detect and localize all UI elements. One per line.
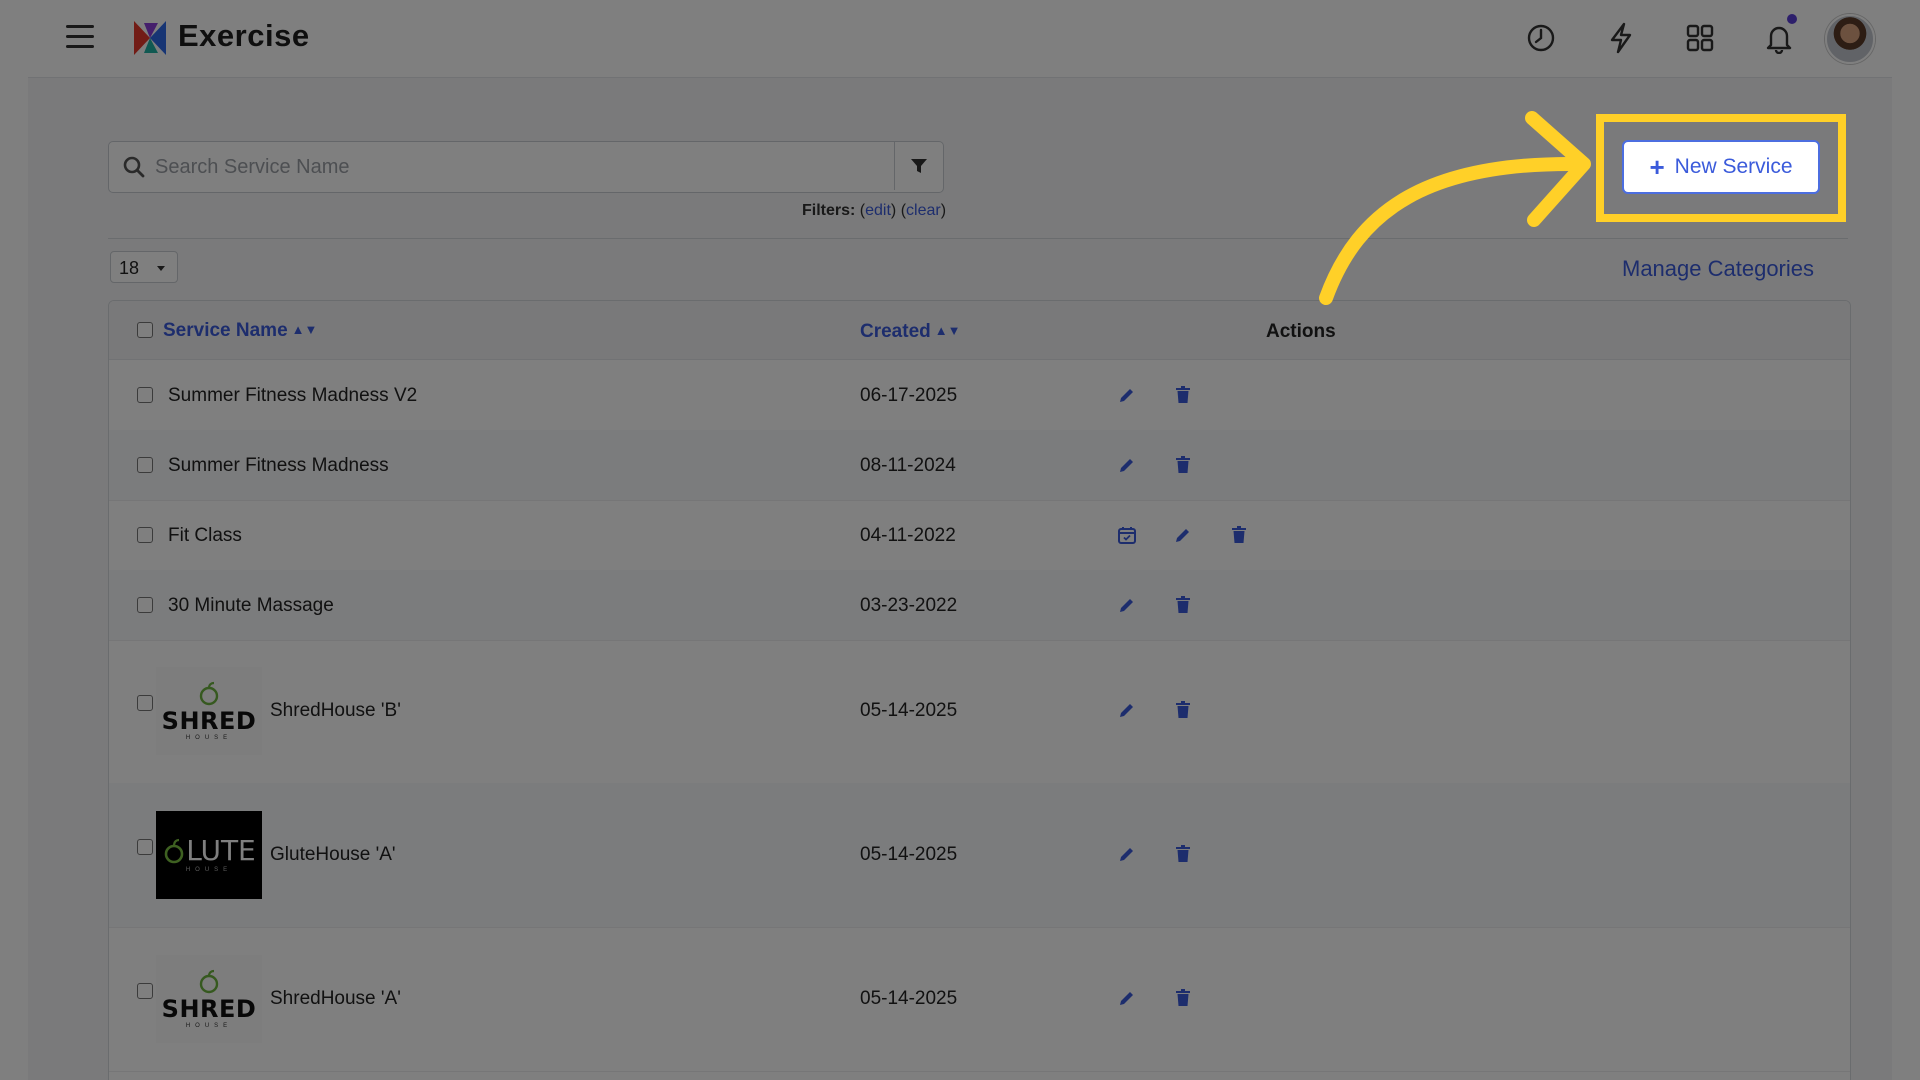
search-icon <box>123 156 145 178</box>
select-all-checkbox[interactable] <box>137 322 153 338</box>
page-size-select[interactable]: 18 <box>110 251 178 283</box>
table-row: SHRED HOUSE ShredHouse 'B' 05-14-2025 <box>109 640 1850 784</box>
edit-icon[interactable] <box>1116 699 1138 721</box>
filters-label: Filters: <box>802 202 856 219</box>
table-row: Summer Fitness Madness 08-11-2024 <box>109 430 1850 501</box>
page: Exercise Filters: (edit) (clear) 18 Mana… <box>28 0 1892 1080</box>
table-row: SHRED HOUSE ShredHouse 'A' 05-14-2025 <box>109 927 1850 1072</box>
column-header-created[interactable]: Created ▲▼ <box>860 321 960 343</box>
app-logo <box>134 21 166 55</box>
service-name: Summer Fitness Madness <box>168 455 389 476</box>
service-thumbnail: SHRED HOUSE <box>156 955 262 1043</box>
thumbnail-sub-text: HOUSE <box>185 735 233 741</box>
thumbnail-sub-text: HOUSE <box>185 1023 233 1029</box>
service-name: GluteHouse 'A' <box>270 844 396 865</box>
apps-grid-icon[interactable] <box>1680 18 1720 58</box>
apple-logo-icon <box>199 681 219 706</box>
plus-icon: + <box>1649 152 1665 182</box>
created-date: 08-11-2024 <box>860 455 956 476</box>
thumbnail-sub-text: HOUSE <box>185 867 233 873</box>
row-checkbox[interactable] <box>137 597 153 613</box>
table-header: Service Name ▲▼ Created ▲▼ Actions <box>109 301 1850 360</box>
new-service-button[interactable]: + New Service <box>1622 140 1820 194</box>
sort-icon: ▲▼ <box>934 323 961 338</box>
trash-icon[interactable] <box>1172 843 1194 865</box>
search-input[interactable] <box>153 142 887 192</box>
column-header-service-name[interactable]: Service Name ▲▼ <box>163 320 317 342</box>
calendar-icon[interactable] <box>1116 524 1138 546</box>
edit-icon[interactable] <box>1116 384 1138 406</box>
hamburger-menu-icon[interactable] <box>66 25 94 49</box>
table-row: LUTE HOUSE GluteHouse 'A' 05-14-2025 <box>109 783 1850 928</box>
column-header-label: Service Name <box>163 320 288 341</box>
chevron-down-icon <box>157 266 165 271</box>
divider <box>108 238 1848 239</box>
created-date: 03-23-2022 <box>860 595 958 616</box>
notification-dot <box>1787 14 1797 24</box>
created-date: 05-14-2025 <box>860 844 958 865</box>
filters-line: Filters: (edit) (clear) <box>802 202 947 219</box>
top-bar: Exercise <box>28 0 1892 78</box>
trash-icon[interactable] <box>1172 454 1194 476</box>
service-thumbnail: LUTE HOUSE <box>156 811 262 899</box>
filters-clear-link[interactable]: clear <box>906 202 941 219</box>
service-name: Fit Class <box>168 525 242 546</box>
avatar[interactable] <box>1825 14 1875 64</box>
column-header-label: Created <box>860 321 931 342</box>
services-table: Service Name ▲▼ Created ▲▼ Actions Summer … <box>108 300 1851 1080</box>
column-header-actions: Actions <box>1266 321 1336 342</box>
trash-icon[interactable] <box>1172 384 1194 406</box>
filter-button[interactable] <box>894 142 943 190</box>
thumbnail-logo-text: SHRED <box>161 995 257 1023</box>
service-name: ShredHouse 'A' <box>270 988 401 1009</box>
created-date: 06-17-2025 <box>860 385 958 406</box>
edit-icon[interactable] <box>1116 454 1138 476</box>
row-checkbox[interactable] <box>137 695 153 711</box>
edit-icon[interactable] <box>1116 987 1138 1009</box>
row-checkbox[interactable] <box>137 387 153 403</box>
sort-icon: ▲▼ <box>291 322 318 337</box>
new-service-label: New Service <box>1674 155 1793 178</box>
created-date: 04-11-2022 <box>860 525 956 546</box>
row-checkbox[interactable] <box>137 839 153 855</box>
row-checkbox[interactable] <box>137 527 153 543</box>
app-title: Exercise <box>178 18 310 53</box>
apple-logo-icon <box>164 838 184 864</box>
table-row: 30 Minute Massage 03-23-2022 <box>109 570 1850 641</box>
service-name: 30 Minute Massage <box>168 595 334 616</box>
thumbnail-logo-text: SHRED <box>161 707 257 735</box>
service-name: ShredHouse 'B' <box>270 700 401 721</box>
search-box <box>108 141 944 193</box>
created-date: 05-14-2025 <box>860 988 958 1009</box>
trash-icon[interactable] <box>1172 987 1194 1009</box>
table-row: Fit Class 04-11-2022 <box>109 500 1850 571</box>
history-icon[interactable] <box>1521 18 1561 58</box>
thumbnail-logo-text: LUTE <box>186 834 256 867</box>
service-name: Summer Fitness Madness V2 <box>168 385 418 406</box>
apple-logo-icon <box>199 969 219 994</box>
edit-icon[interactable] <box>1172 524 1194 546</box>
page-size-value: 18 <box>119 258 140 278</box>
filters-edit-link[interactable]: edit <box>865 202 891 219</box>
filter-icon <box>911 159 927 173</box>
edit-icon[interactable] <box>1116 594 1138 616</box>
trash-icon[interactable] <box>1172 699 1194 721</box>
lightning-icon[interactable] <box>1601 18 1641 58</box>
trash-icon[interactable] <box>1172 594 1194 616</box>
bell-icon[interactable] <box>1759 14 1799 58</box>
created-date: 05-14-2025 <box>860 700 958 721</box>
table-row: Summer Fitness Madness V2 06-17-2025 <box>109 360 1850 431</box>
trash-icon[interactable] <box>1228 524 1250 546</box>
row-checkbox[interactable] <box>137 983 153 999</box>
manage-categories-link[interactable]: Manage Categories <box>1622 256 1814 282</box>
edit-icon[interactable] <box>1116 843 1138 865</box>
row-checkbox[interactable] <box>137 457 153 473</box>
service-thumbnail: SHRED HOUSE <box>156 667 262 755</box>
